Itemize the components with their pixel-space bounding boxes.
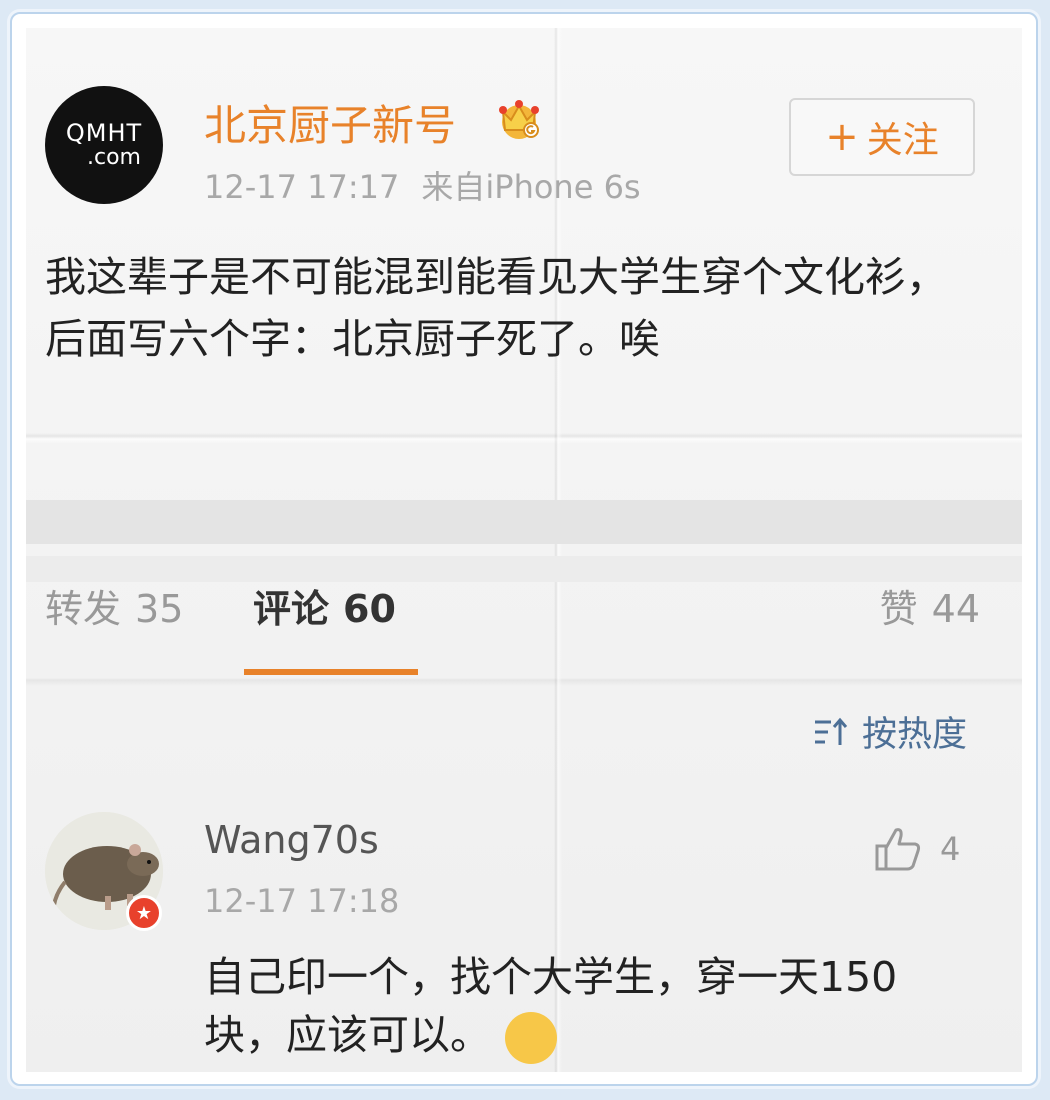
tab-repost[interactable]: 转发 35	[45, 578, 183, 633]
comment-like-count: 4	[940, 830, 961, 868]
post-tabs: 转发 35 评论 60 赞 44	[45, 578, 980, 638]
follow-button[interactable]: + 关注	[789, 98, 975, 176]
thumbs-up-icon	[875, 828, 921, 871]
tab-like-count: 44	[931, 587, 980, 631]
comment-username[interactable]: Wang70s	[204, 818, 379, 862]
tab-like-label: 赞	[879, 587, 918, 631]
tab-comment[interactable]: 评论 60	[253, 578, 396, 633]
tab-comment-label: 评论	[253, 587, 330, 631]
post-meta: 12-17 17:17 来自iPhone 6s	[204, 162, 641, 208]
grin-emoji-icon	[505, 1012, 557, 1064]
tab-comment-count: 60	[343, 587, 396, 631]
sort-icon	[815, 717, 848, 745]
post-body: 我这辈子是不可能混到能看见大学生穿个文化衫，后面写六个字：北京厨子死了。唉	[45, 253, 947, 363]
sort-label: 按热度	[862, 715, 968, 755]
comment-body: 自己印一个，找个大学生，穿一天150块，应该可以。	[204, 948, 964, 1064]
divider-band	[26, 500, 1022, 544]
vip-crown-icon	[499, 100, 539, 139]
avatar-text-1: QMHT	[65, 119, 143, 147]
tab-like[interactable]: 赞 44	[880, 578, 980, 633]
active-tab-indicator	[244, 669, 418, 675]
sort-toggle[interactable]: 按热度	[814, 706, 967, 757]
author-avatar[interactable]: QMHT .com	[45, 86, 163, 204]
comment-time: 12-17 17:18	[204, 882, 400, 920]
post-time: 12-17 17:17	[204, 168, 400, 206]
follow-label: 关注	[866, 120, 939, 161]
avatar-text-2: .com	[87, 145, 141, 170]
author-name[interactable]: 北京厨子新号	[204, 92, 456, 153]
tab-repost-label: 转发	[45, 587, 122, 631]
verified-badge-icon: ★	[126, 895, 162, 931]
tab-repost-count: 35	[135, 587, 184, 631]
post-source[interactable]: 来自iPhone 6s	[421, 168, 640, 206]
comment-like-button[interactable]: 4	[874, 826, 960, 872]
plus-icon: +	[825, 114, 859, 160]
